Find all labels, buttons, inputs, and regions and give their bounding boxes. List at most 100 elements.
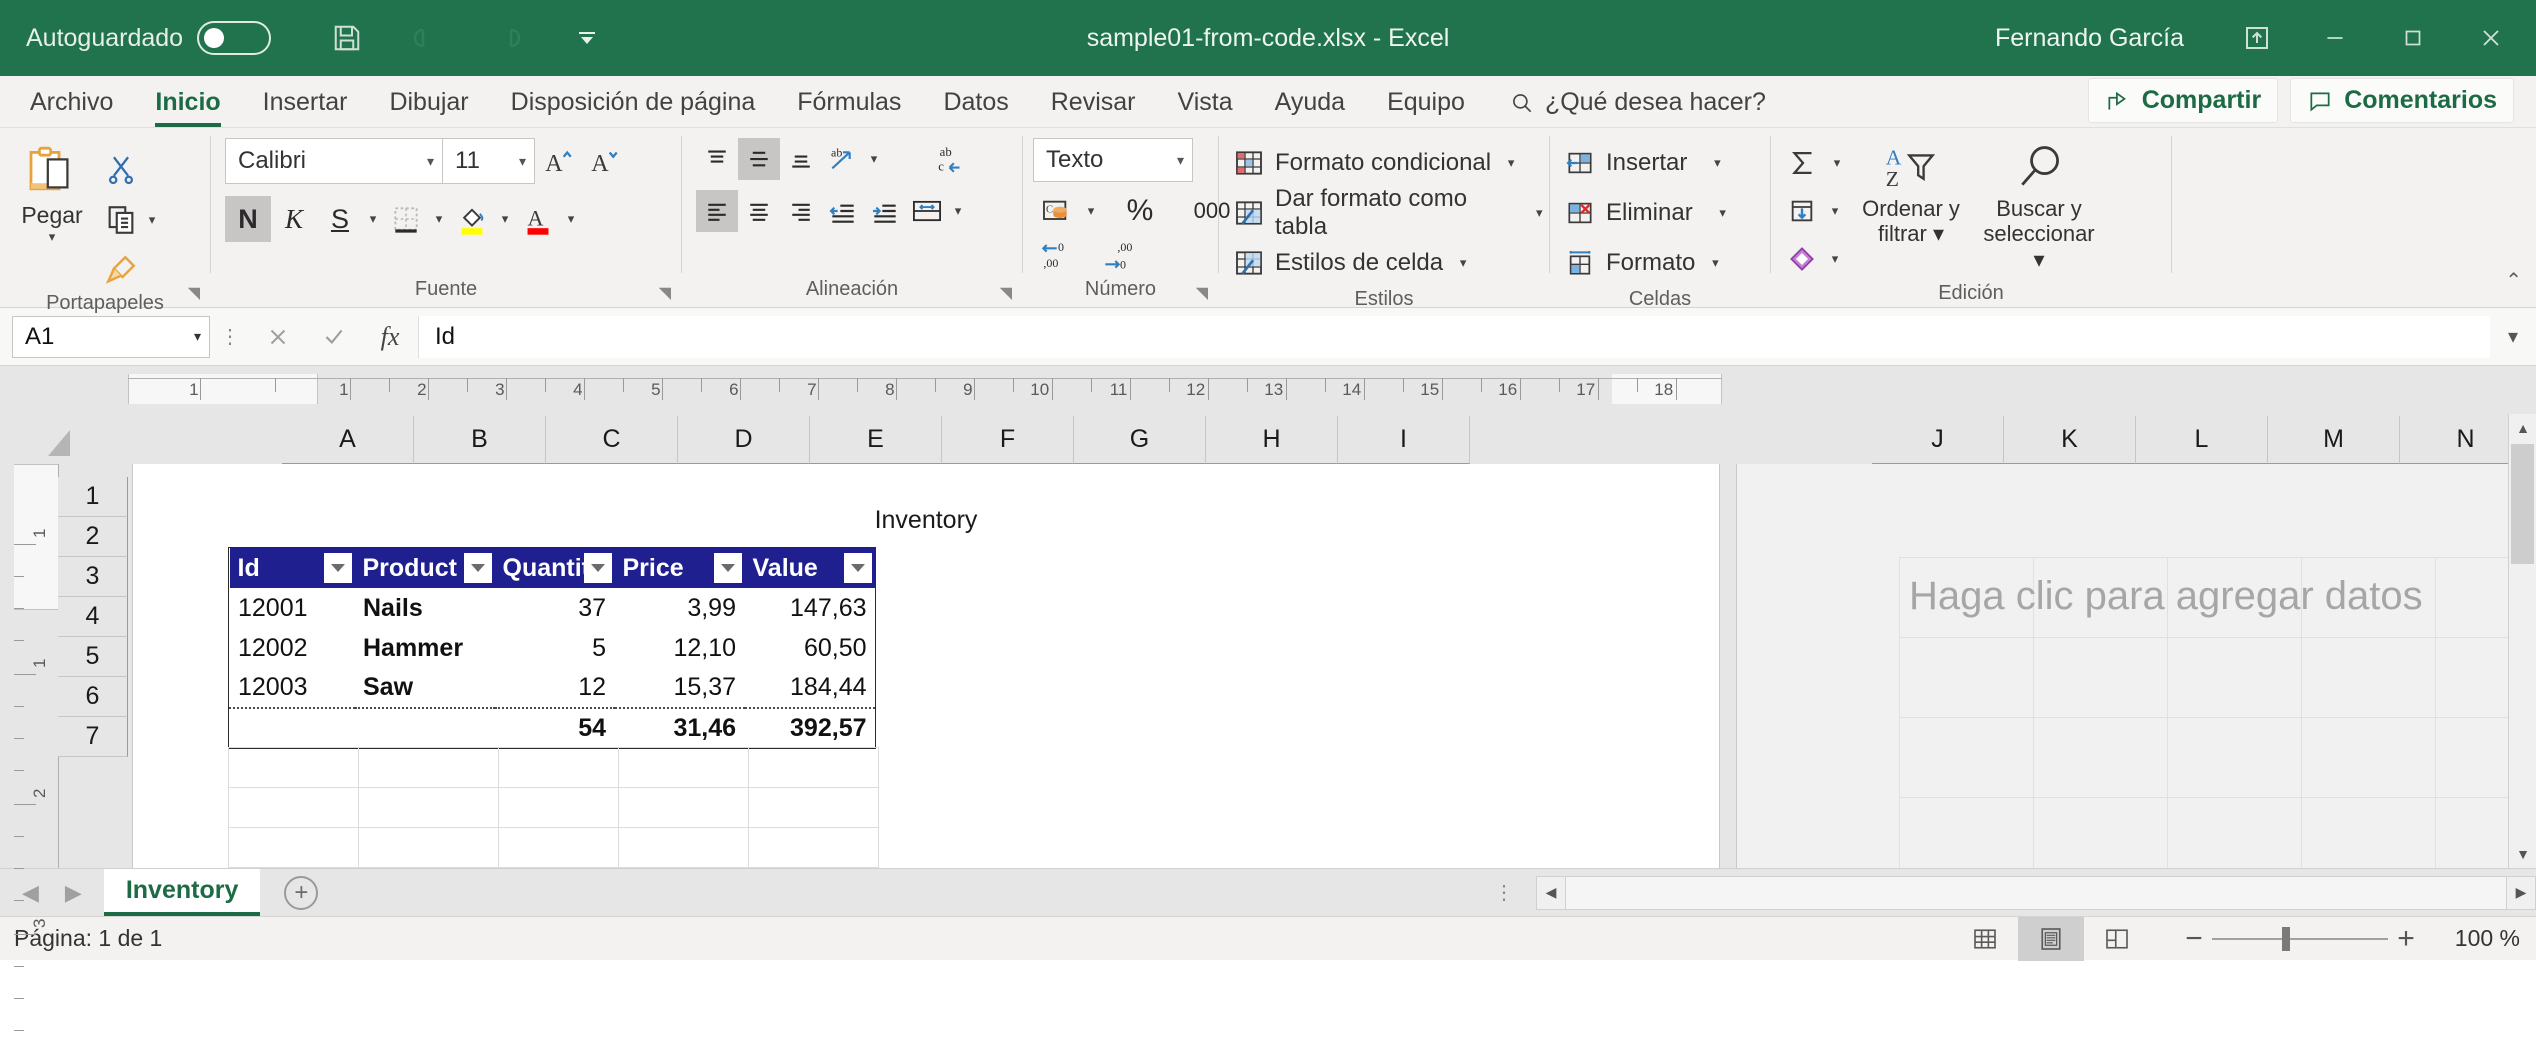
chevron-down-icon[interactable]: ▾ <box>1705 255 1725 271</box>
row-header-1[interactable]: 1 <box>58 477 128 517</box>
column-header-j[interactable]: J <box>1872 416 2004 464</box>
cell-value[interactable]: 147,63 <box>745 588 875 628</box>
merge-and-center-button[interactable] <box>906 190 948 232</box>
column-header-e[interactable]: E <box>810 416 942 464</box>
page-break-preview-button[interactable] <box>2084 917 2150 961</box>
font-family-select[interactable]: Calibri ▾ <box>225 138 443 184</box>
add-data-placeholder[interactable]: Haga clic para agregar datos <box>1909 574 2423 619</box>
fill-button[interactable]: ▾ <box>1785 188 1847 234</box>
sheet-bar-grip[interactable]: ⋮ <box>1472 880 1536 905</box>
cell-styles-button[interactable]: Estilos de celda ▾ <box>1219 238 1473 288</box>
cancel-icon[interactable] <box>250 316 306 358</box>
column-header-b[interactable]: B <box>414 416 546 464</box>
align-bottom-button[interactable] <box>780 138 822 180</box>
delete-cells-button[interactable]: Eliminar ▾ <box>1550 188 1733 238</box>
page-1[interactable]: Inventory Id Product Quantit Price Value… <box>132 464 1720 868</box>
scroll-down-icon[interactable]: ▼ <box>2509 840 2536 868</box>
formula-input[interactable]: Id <box>418 315 2490 358</box>
paste-button[interactable]: Pegar ▾ <box>0 138 104 245</box>
chevron-down-icon[interactable]: ▾ <box>1827 155 1847 171</box>
fill-color-button[interactable] <box>449 196 495 242</box>
align-top-button[interactable] <box>696 138 738 180</box>
tab-equipo[interactable]: Equipo <box>1367 84 1485 127</box>
format-cells-button[interactable]: Formato ▾ <box>1550 238 1725 288</box>
merge-chevron-down-icon[interactable]: ▾ <box>948 203 968 219</box>
tab-formulas[interactable]: Fórmulas <box>777 84 921 127</box>
expand-formula-bar-icon[interactable]: ▾ <box>2490 324 2536 349</box>
fill-color-chevron-down-icon[interactable]: ▾ <box>495 211 515 227</box>
filter-dropdown-product[interactable] <box>463 553 492 583</box>
align-center-button[interactable] <box>738 190 780 232</box>
alignment-dialog-launcher-icon[interactable]: ◥ <box>1000 283 1012 303</box>
vertical-scrollbar[interactable]: ▲ ▼ <box>2508 414 2536 868</box>
cell-id[interactable]: 12001 <box>230 588 355 628</box>
column-header-price[interactable]: Price <box>614 548 745 588</box>
column-header-i[interactable]: I <box>1338 416 1470 464</box>
redo-icon[interactable] <box>489 20 525 56</box>
increase-font-size-button[interactable]: A <box>535 138 581 184</box>
maximize-icon[interactable] <box>2374 0 2452 76</box>
column-header-id[interactable]: Id <box>229 548 355 588</box>
chevron-down-icon[interactable]: ▾ <box>1501 155 1521 171</box>
decrease-indent-button[interactable] <box>822 190 864 232</box>
number-format-select[interactable]: Texto ▾ <box>1033 138 1193 182</box>
chevron-down-icon[interactable]: ▾ <box>1825 203 1845 219</box>
wrap-text-button[interactable]: ab c <box>930 138 972 180</box>
chevron-down-icon[interactable]: ▾ <box>1707 155 1727 171</box>
chevron-down-icon[interactable]: ▾ <box>1825 251 1845 267</box>
share-button[interactable]: Compartir <box>2087 78 2279 123</box>
cell-price[interactable]: 3,99 <box>615 588 745 628</box>
column-header-value[interactable]: Value <box>744 548 875 588</box>
table-total-row[interactable]: 54 31,46 392,57 <box>229 707 875 748</box>
format-as-table-button[interactable]: Dar formato como tabla ▾ <box>1219 185 1550 240</box>
horizontal-scroll-track[interactable] <box>1566 875 2506 910</box>
insert-function-icon[interactable]: fx <box>362 316 418 358</box>
font-dialog-launcher-icon[interactable]: ◥ <box>659 283 671 303</box>
total-cell-product[interactable] <box>354 707 495 748</box>
column-header-l[interactable]: L <box>2136 416 2268 464</box>
customize-qat-icon[interactable] <box>569 20 605 56</box>
table-row[interactable]: 12003 Saw 12 15,37 184,44 <box>230 668 875 708</box>
zoom-in-button[interactable]: + <box>2388 922 2424 956</box>
page-layout-view-button[interactable] <box>2018 916 2084 961</box>
borders-chevron-down-icon[interactable]: ▾ <box>429 211 449 227</box>
accounting-chevron-down-icon[interactable]: ▾ <box>1081 203 1101 219</box>
tab-vista[interactable]: Vista <box>1158 84 1253 127</box>
page-2[interactable]: Haga clic para agregar datos <box>1736 464 2536 868</box>
column-header-f[interactable]: F <box>942 416 1074 464</box>
table-row[interactable]: 12002 Hammer 5 12,10 60,50 <box>230 628 875 668</box>
cell-quantity[interactable]: 12 <box>495 668 615 708</box>
scroll-left-icon[interactable]: ◀ <box>1536 875 1566 910</box>
total-cell-quantity[interactable]: 54 <box>494 707 615 748</box>
row-header-2[interactable]: 2 <box>58 517 128 557</box>
cell-value[interactable]: 60,50 <box>745 628 875 668</box>
decrease-font-size-button[interactable]: A <box>581 138 627 184</box>
add-sheet-button[interactable]: + <box>260 869 342 916</box>
tab-datos[interactable]: Datos <box>923 84 1028 127</box>
zoom-slider-thumb[interactable] <box>2282 926 2290 951</box>
name-box[interactable]: A1 ▾ <box>12 315 210 358</box>
column-header-d[interactable]: D <box>678 416 810 464</box>
row-header-3[interactable]: 3 <box>58 557 128 597</box>
sheet-tab-inventory[interactable]: Inventory <box>103 869 261 916</box>
number-dialog-launcher-icon[interactable]: ◥ <box>1196 283 1208 303</box>
total-cell-id[interactable] <box>229 707 355 748</box>
comments-button[interactable]: Comentarios <box>2290 78 2514 123</box>
collapse-ribbon-icon[interactable]: ⌃ <box>2505 268 2522 293</box>
total-cell-price[interactable]: 31,46 <box>614 707 745 748</box>
row-header-7[interactable]: 7 <box>58 717 128 757</box>
zoom-slider[interactable] <box>2212 926 2388 951</box>
undo-icon[interactable] <box>409 20 445 56</box>
tab-inicio[interactable]: Inicio <box>135 84 240 127</box>
find-and-select-button[interactable]: Buscar y seleccionar ▾ <box>1975 138 2103 272</box>
row-header-6[interactable]: 6 <box>58 677 128 717</box>
insert-cells-button[interactable]: Insertar ▾ <box>1550 138 1727 188</box>
column-header-c[interactable]: C <box>546 416 678 464</box>
cell-value[interactable]: 184,44 <box>745 668 875 708</box>
column-header-quantity[interactable]: Quantit <box>494 548 615 588</box>
clipboard-dialog-launcher-icon[interactable]: ◥ <box>188 283 200 303</box>
filter-dropdown-price[interactable] <box>713 553 742 583</box>
total-cell-value[interactable]: 392,57 <box>744 707 875 748</box>
chevron-down-icon[interactable]: ▾ <box>1530 205 1550 221</box>
cell-price[interactable]: 12,10 <box>615 628 745 668</box>
